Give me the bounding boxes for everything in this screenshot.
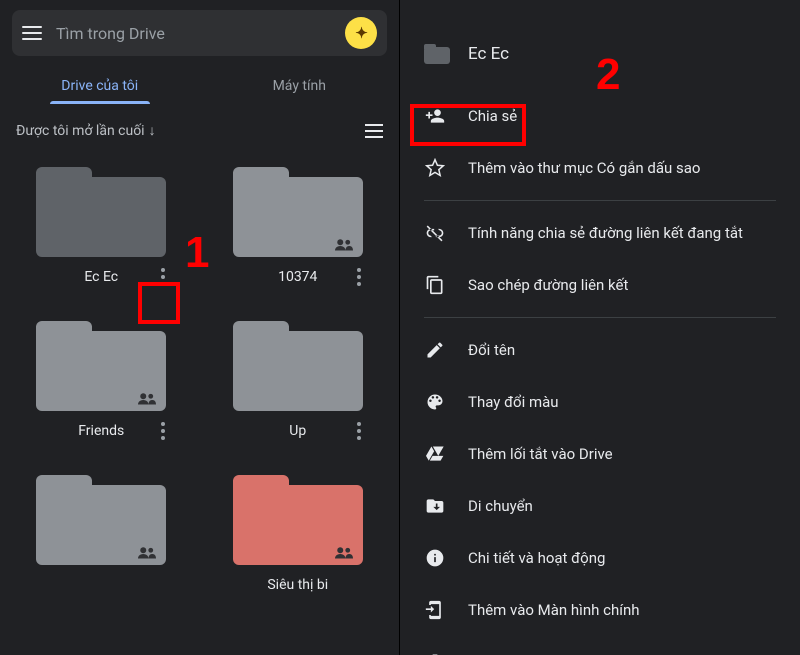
folder-item[interactable]: Ec Ec [6,157,197,285]
annotation-step-1: 1 [185,228,209,278]
folder-item[interactable] [6,465,197,593]
tab-my-drive[interactable]: Drive của tôi [0,66,200,104]
person-add-icon [424,105,446,127]
arrow-down-icon: ↓ [149,123,156,139]
folder-item[interactable]: Friends [6,311,197,439]
folder-item[interactable]: Up [203,311,394,439]
shared-icon [138,544,156,557]
shared-icon [335,544,353,557]
folder-icon [36,167,166,257]
avatar[interactable]: ✦ [345,17,377,49]
drive-shortcut-icon [424,443,446,465]
menu-label: Thêm lối tắt vào Drive [468,445,613,463]
shared-icon [335,236,353,249]
menu-label: Thay đổi màu [468,393,559,411]
more-options-icon[interactable] [157,418,169,444]
menu-details[interactable]: Chi tiết và hoạt động [400,532,800,584]
palette-icon [424,391,446,413]
menu-label: Đổi tên [468,341,515,359]
menu-star[interactable]: Thêm vào thư mục Có gắn dấu sao [400,142,800,194]
folder-icon [36,475,166,565]
folder-actions-sheet: Ec Ec Chia sẻ Thêm vào thư mục Có gắn dấ… [400,0,800,655]
link-off-icon [424,222,446,244]
edit-icon [424,339,446,361]
sort-button[interactable]: Được tôi mở lần cuối↓ [16,122,156,139]
folder-name: Siêu thị bi [267,577,328,593]
info-icon [424,547,446,569]
divider [424,200,776,201]
more-options-icon[interactable] [157,264,169,290]
folder-name: Friends [78,423,124,439]
menu-rename[interactable]: Đổi tên [400,324,800,376]
list-view-icon[interactable] [365,124,383,138]
folder-icon [424,44,450,64]
menu-delete[interactable]: Xóa [400,636,800,655]
folder-name: Up [289,423,306,439]
drive-tabs: Drive của tôi Máy tính [0,66,399,104]
more-options-icon[interactable] [353,264,365,290]
tab-computers[interactable]: Máy tính [200,66,400,104]
menu-label: Di chuyển [468,497,533,515]
more-options-icon[interactable] [353,418,365,444]
menu-label: Chia sẻ [468,107,517,125]
actions-menu: Chia sẻ Thêm vào thư mục Có gắn dấu sao … [400,90,800,655]
menu-shortcut[interactable]: Thêm lối tắt vào Drive [400,428,800,480]
drive-file-list-screen: Tìm trong Drive ✦ Drive của tôi Máy tính… [0,0,400,655]
shared-icon [138,390,156,403]
menu-link-off[interactable]: Tính năng chia sẻ đường liên kết đang tắ… [400,207,800,259]
menu-label: Tính năng chia sẻ đường liên kết đang tắ… [468,224,743,242]
trash-icon [424,651,446,655]
sort-row: Được tôi mở lần cuối↓ [0,104,399,147]
menu-label: Chi tiết và hoạt động [468,549,605,567]
menu-color[interactable]: Thay đổi màu [400,376,800,428]
star-outline-icon [424,157,446,179]
folder-icon [233,321,363,411]
menu-move[interactable]: Di chuyển [400,480,800,532]
menu-homescreen[interactable]: Thêm vào Màn hình chính [400,584,800,636]
add-to-home-icon [424,599,446,621]
menu-copy-link[interactable]: Sao chép đường liên kết [400,259,800,311]
folder-grid: Ec Ec 10374 [0,147,399,593]
divider [424,317,776,318]
hamburger-menu-icon[interactable] [22,26,42,40]
copy-icon [424,274,446,296]
menu-label: Thêm vào Màn hình chính [468,601,640,619]
search-input[interactable]: Tìm trong Drive [56,24,331,43]
search-bar[interactable]: Tìm trong Drive ✦ [12,10,387,56]
folder-icon [233,167,363,257]
folder-item[interactable]: 10374 [203,157,394,285]
folder-item[interactable]: Siêu thị bi [203,465,394,593]
menu-label: Sao chép đường liên kết [468,276,628,294]
annotation-step-2: 2 [596,50,620,100]
folder-icon [36,321,166,411]
folder-icon [233,475,363,565]
folder-name: 10374 [278,269,317,285]
menu-label: Thêm vào thư mục Có gắn dấu sao [468,159,701,177]
folder-name: Ec Ec [84,269,118,285]
folder-move-icon [424,495,446,517]
sheet-title: Ec Ec [468,44,509,64]
